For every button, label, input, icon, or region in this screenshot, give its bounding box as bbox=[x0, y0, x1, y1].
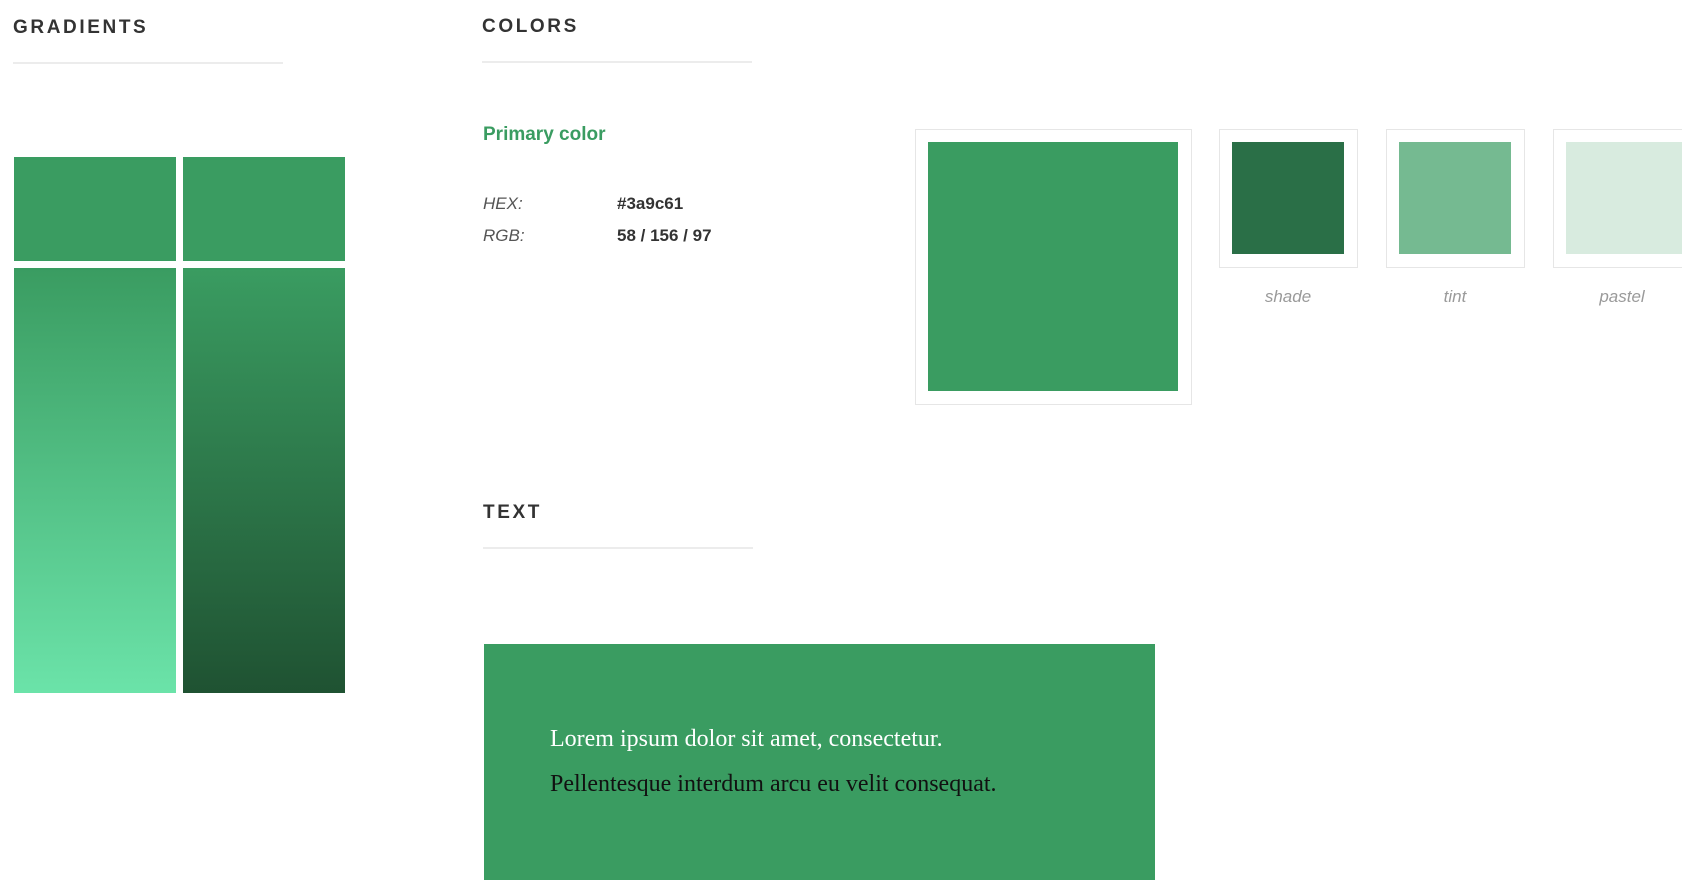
pastel-swatch-frame bbox=[1553, 129, 1682, 268]
primary-swatch-frame bbox=[915, 129, 1192, 405]
rgb-value: 58 / 156 / 97 bbox=[617, 226, 712, 245]
primary-swatch bbox=[928, 142, 1178, 391]
gradient-dark-bar bbox=[183, 268, 345, 693]
gradients-divider bbox=[13, 62, 283, 64]
gradient-dark-top-swatch bbox=[183, 157, 345, 261]
pastel-swatch bbox=[1566, 142, 1682, 254]
colors-title: COLORS bbox=[482, 16, 579, 37]
tint-swatch-frame bbox=[1386, 129, 1525, 268]
gradient-light-bar bbox=[14, 268, 176, 693]
text-title: TEXT bbox=[483, 502, 542, 523]
colors-divider bbox=[482, 61, 752, 63]
primary-color-label: Primary color bbox=[483, 124, 606, 145]
shade-caption: shade bbox=[1264, 287, 1312, 306]
hex-value: #3a9c61 bbox=[617, 194, 684, 213]
pastel-caption: pastel bbox=[1599, 287, 1645, 306]
gradient-light-top-swatch bbox=[14, 157, 176, 261]
sample-text-line-1: Lorem ipsum dolor sit amet, consectetur. bbox=[550, 726, 943, 752]
rgb-key: RGB: bbox=[483, 226, 525, 245]
shade-swatch bbox=[1232, 142, 1344, 254]
sample-text-line-2: Pellentesque interdum arcu eu velit cons… bbox=[550, 771, 997, 797]
text-sample-panel: Lorem ipsum dolor sit amet, consectetur.… bbox=[484, 644, 1155, 880]
gradients-title: GRADIENTS bbox=[13, 17, 149, 38]
hex-key: HEX: bbox=[483, 194, 523, 213]
shade-swatch-frame bbox=[1219, 129, 1358, 268]
tint-caption: tint bbox=[1443, 287, 1467, 306]
text-divider bbox=[483, 547, 753, 549]
tint-swatch bbox=[1399, 142, 1511, 254]
